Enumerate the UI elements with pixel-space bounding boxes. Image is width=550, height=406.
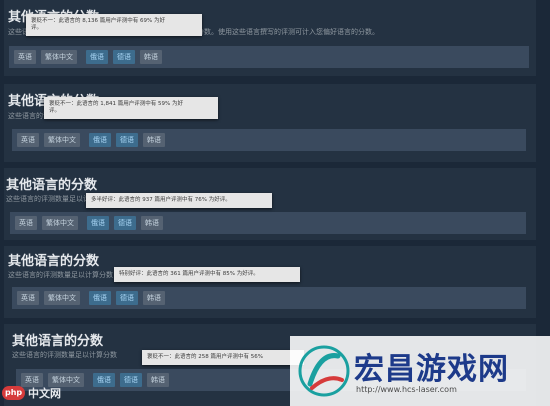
language-tag-tchinese[interactable]: 繁体中文 <box>44 291 80 305</box>
language-tag-tchinese[interactable]: 繁体中文 <box>41 50 77 64</box>
language-tag-russian[interactable]: 俄语 <box>86 50 108 64</box>
brand-logo-icon <box>298 345 350 397</box>
brand-url: http://www.hcs-laser.com <box>356 385 457 394</box>
review-tooltip: 褒贬不一：此语言的 258 篇用户评测中有 56% <box>142 350 304 365</box>
language-tag-bar: 英语 繁体中文 俄语 德语 韩语 <box>9 46 529 68</box>
language-tag-bar: 英语 繁体中文 俄语 德语 韩语 <box>12 129 526 151</box>
php-badge: php <box>2 386 26 400</box>
language-tag-korean[interactable]: 韩语 <box>143 291 165 305</box>
review-section: 其他语言的分数 这些语言的评测数量足以计算分数，但该分数不计入总体评测分数。 英… <box>4 84 536 162</box>
review-tooltip: 多半好评：此语言的 937 篇用户评测中有 76% 为好评。 <box>86 193 272 208</box>
tooltip-line: 评。 <box>31 25 43 31</box>
site-watermark: 宏昌游戏网 http://www.hcs-laser.com <box>290 336 550 406</box>
section-description: 这些语言的评测数量足以计算分数 <box>8 271 113 279</box>
review-tooltip: 褒贬不一：此语言的 1,841 篇用户评测中有 59% 为好 评。 <box>44 97 218 119</box>
language-tag-russian[interactable]: 俄语 <box>89 133 111 147</box>
review-tooltip: 褒贬不一：此语言的 8,136 篇用户评测中有 69% 为好 评。 <box>26 14 202 36</box>
language-tag-german[interactable]: 德语 <box>116 133 138 147</box>
review-tooltip: 特别好评：此语言的 361 篇用户评测中有 85% 为好评。 <box>114 267 300 282</box>
language-tag-russian[interactable]: 俄语 <box>87 216 109 230</box>
tooltip-line: 特别好评：此语言的 361 篇用户评测中有 85% 为好评。 <box>119 271 259 277</box>
language-tag-korean[interactable]: 韩语 <box>140 50 162 64</box>
review-section: 其他语言的分数 这些语言的评测数量足以计算分数 英语 繁体中文 俄语 德语 韩语 <box>4 246 536 318</box>
tooltip-line: 评。 <box>49 108 61 114</box>
language-tag-russian[interactable]: 俄语 <box>89 291 111 305</box>
php-cn-label: 中文网 <box>28 387 61 400</box>
language-tag-tchinese[interactable]: 繁体中文 <box>42 216 78 230</box>
language-tag-german[interactable]: 德语 <box>114 216 136 230</box>
language-tag-english[interactable]: 英语 <box>14 50 36 64</box>
section-title: 其他语言的分数 <box>8 254 100 269</box>
language-tag-english[interactable]: 英语 <box>17 133 39 147</box>
language-tag-bar: 英语 繁体中文 俄语 德语 韩语 <box>12 287 526 309</box>
section-title: 其他语言的分数 <box>12 334 104 349</box>
language-tag-german[interactable]: 德语 <box>120 373 142 387</box>
language-tag-german[interactable]: 德语 <box>116 291 138 305</box>
language-tag-russian[interactable]: 俄语 <box>93 373 115 387</box>
section-title: 其他语言的分数 <box>6 178 98 193</box>
language-tag-english[interactable]: 英语 <box>17 291 39 305</box>
tooltip-line: 褒贬不一：此语言的 258 篇用户评测中有 56% <box>147 354 263 360</box>
language-tag-korean[interactable]: 韩语 <box>147 373 169 387</box>
language-tag-english[interactable]: 英语 <box>15 216 37 230</box>
brand-name: 宏昌游戏网 <box>354 352 509 387</box>
language-tag-bar: 英语 繁体中文 俄语 德语 韩语 <box>10 212 526 234</box>
review-section: 其他语言的分数 这些语言的评测数量足以计算分数，但该分数不计入总体评测分数。使用… <box>4 0 536 76</box>
section-description: 这些语言的评测数量足以计算分数 <box>12 351 117 359</box>
language-tag-korean[interactable]: 韩语 <box>141 216 163 230</box>
tooltip-line: 多半好评：此语言的 937 篇用户评测中有 76% 为好评。 <box>91 197 231 203</box>
language-tag-german[interactable]: 德语 <box>113 50 135 64</box>
language-tag-korean[interactable]: 韩语 <box>143 133 165 147</box>
tooltip-line: 褒贬不一：此语言的 1,841 篇用户评测中有 59% 为好 <box>49 101 183 107</box>
language-tag-tchinese[interactable]: 繁体中文 <box>44 133 80 147</box>
tooltip-line: 褒贬不一：此语言的 8,136 篇用户评测中有 69% 为好 <box>31 18 165 24</box>
